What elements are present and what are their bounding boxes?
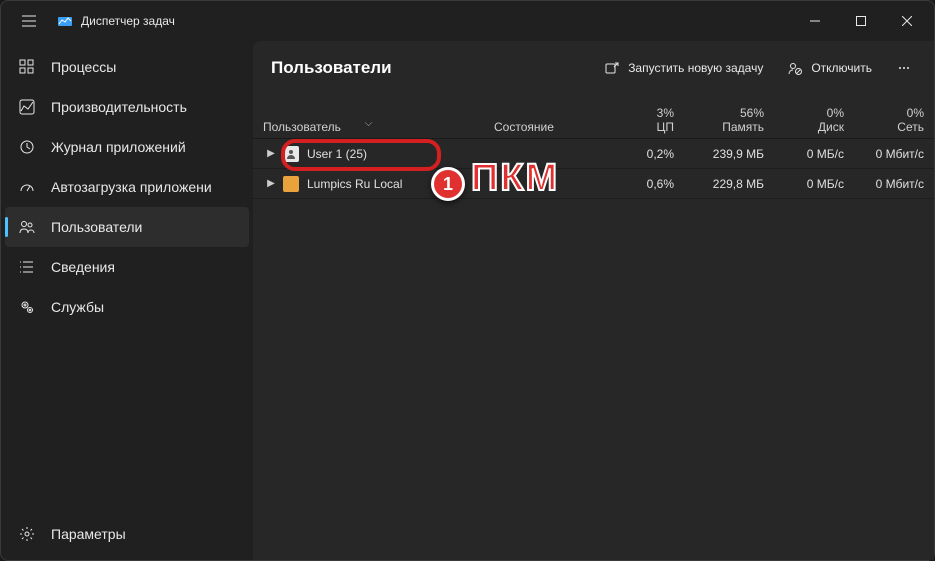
run-task-button[interactable]: Запустить новую задачу [594, 52, 773, 84]
run-task-icon [604, 60, 620, 76]
app-title: Диспетчер задач [81, 14, 175, 28]
app-icon [57, 13, 73, 29]
user-disk: 0 МБ/с [774, 147, 854, 161]
gauge-icon [17, 177, 37, 197]
sidebar-item-processes[interactable]: Процессы [5, 47, 249, 87]
user-net: 0 Мбит/с [854, 147, 934, 161]
annotation-badge: 1 [431, 167, 465, 201]
sidebar-item-label: Параметры [51, 526, 126, 542]
table-row[interactable]: ▶ User 1 (25) 0,2% 239,9 МБ 0 МБ/с 0 Мби… [253, 139, 934, 169]
titlebar: Диспетчер задач [1, 1, 934, 41]
user-mem: 229,8 МБ [684, 177, 774, 191]
history-icon [17, 137, 37, 157]
menu-button[interactable] [9, 1, 49, 41]
sidebar-item-label: Процессы [51, 59, 116, 75]
user-icon [283, 146, 299, 162]
users-icon [17, 217, 37, 237]
more-button[interactable] [886, 52, 922, 84]
user-cpu: 0,2% [614, 147, 684, 161]
column-network[interactable]: 0% Сеть [854, 106, 934, 134]
sidebar: Процессы Производительность Журнал прило… [1, 41, 253, 560]
user-icon [283, 176, 299, 192]
disconnect-button[interactable]: Отключить [777, 52, 882, 84]
sidebar-item-label: Автозагрузка приложени [51, 179, 212, 195]
chart-icon [17, 97, 37, 117]
expand-icon[interactable]: ▶ [263, 178, 279, 189]
sidebar-item-label: Производительность [51, 99, 187, 115]
table-header: ⌵ Пользователь Состояние 3% ЦП 56% Памят… [253, 95, 934, 139]
user-cpu: 0,6% [614, 177, 684, 191]
column-memory[interactable]: 56% Память [684, 106, 774, 134]
user-disk: 0 МБ/с [774, 177, 854, 191]
table-row[interactable]: ▶ Lumpics Ru Local 0,6% 229,8 МБ 0 МБ/с … [253, 169, 934, 199]
gears-icon [17, 297, 37, 317]
disconnect-icon [787, 60, 803, 76]
sidebar-item-services[interactable]: Службы [5, 287, 249, 327]
annotation-text: ПКМ [471, 157, 559, 200]
expand-icon[interactable]: ▶ [263, 148, 279, 159]
users-table: ⌵ Пользователь Состояние 3% ЦП 56% Памят… [253, 95, 934, 560]
column-state[interactable]: Состояние [484, 120, 614, 134]
column-user[interactable]: ⌵ Пользователь [253, 120, 484, 134]
sidebar-item-details[interactable]: Сведения [5, 247, 249, 287]
list-icon [17, 257, 37, 277]
run-task-label: Запустить новую задачу [628, 61, 763, 75]
more-icon [897, 61, 911, 75]
grid-icon [17, 57, 37, 77]
sidebar-item-app-history[interactable]: Журнал приложений [5, 127, 249, 167]
sidebar-item-users[interactable]: Пользователи [5, 207, 249, 247]
user-name: Lumpics Ru Local [307, 177, 402, 191]
disconnect-label: Отключить [811, 61, 872, 75]
close-button[interactable] [884, 5, 930, 37]
sidebar-item-settings[interactable]: Параметры [5, 514, 249, 554]
user-mem: 239,9 МБ [684, 147, 774, 161]
task-manager-window: Диспетчер задач Процессы Производительно… [0, 0, 935, 561]
page-title: Пользователи [271, 58, 392, 78]
sidebar-item-label: Пользователи [51, 219, 142, 235]
sidebar-item-label: Журнал приложений [51, 139, 186, 155]
gear-icon [17, 524, 37, 544]
sidebar-item-label: Службы [51, 299, 104, 315]
maximize-button[interactable] [838, 5, 884, 37]
sidebar-item-label: Сведения [51, 259, 115, 275]
sidebar-item-startup[interactable]: Автозагрузка приложени [5, 167, 249, 207]
column-cpu[interactable]: 3% ЦП [614, 106, 684, 134]
column-disk[interactable]: 0% Диск [774, 106, 854, 134]
user-net: 0 Мбит/с [854, 177, 934, 191]
user-name: User 1 (25) [307, 147, 367, 161]
toolbar: Пользователи Запустить новую задачу Откл… [253, 41, 934, 95]
main-panel: Пользователи Запустить новую задачу Откл… [253, 41, 934, 560]
sort-icon: ⌵ [365, 118, 373, 129]
sidebar-item-performance[interactable]: Производительность [5, 87, 249, 127]
minimize-button[interactable] [792, 5, 838, 37]
